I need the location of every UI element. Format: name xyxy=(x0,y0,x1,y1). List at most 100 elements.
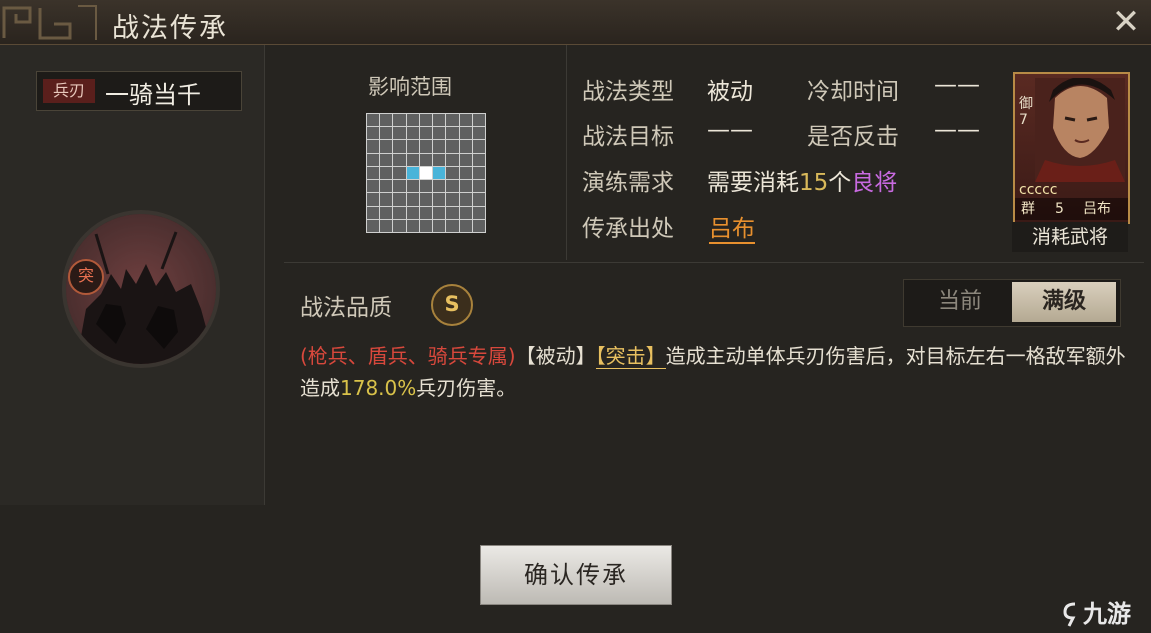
range-cell xyxy=(433,153,446,166)
range-cell xyxy=(406,127,419,140)
troop-restriction: (枪兵、盾兵、骑兵专属) xyxy=(300,344,516,368)
counter-value: —— xyxy=(934,117,980,143)
card-side-text: 御7 xyxy=(1019,96,1033,128)
general-card[interactable]: 御7 ccccc 群 5 吕布 xyxy=(1013,72,1130,224)
range-cell xyxy=(367,180,380,193)
range-cell xyxy=(380,140,393,153)
quality-grade-badge: S xyxy=(431,284,473,326)
range-cell xyxy=(472,193,485,206)
range-cell xyxy=(433,127,446,140)
range-cell xyxy=(446,166,459,180)
range-cell xyxy=(459,206,472,219)
range-cell xyxy=(446,193,459,206)
range-cell xyxy=(433,219,446,232)
toggle-full-level-button[interactable]: 满级 xyxy=(1012,282,1116,322)
range-cell xyxy=(419,219,433,232)
range-cell xyxy=(380,193,393,206)
assault-tag-link[interactable]: 【突击】 xyxy=(595,344,666,369)
range-title: 影响范围 xyxy=(368,75,452,99)
range-cell xyxy=(393,180,406,193)
range-cell xyxy=(446,140,459,153)
range-cell xyxy=(380,127,393,140)
close-icon[interactable]: ✕ xyxy=(1108,4,1144,40)
card-stars: ccccc xyxy=(1019,182,1058,198)
range-cell xyxy=(393,206,406,219)
card-cost: 5 xyxy=(1055,201,1064,217)
cooldown-value: —— xyxy=(934,72,980,98)
title-bar: 战法传承 ✕ xyxy=(0,0,1151,45)
range-cell xyxy=(406,114,419,127)
range-cell xyxy=(380,219,393,232)
skill-name-box: 兵刃 一骑当千 xyxy=(36,71,242,111)
title-ornament-icon xyxy=(2,5,97,40)
range-cell xyxy=(472,180,485,193)
range-cell xyxy=(419,166,433,180)
damage-type-tag: 兵刃 xyxy=(43,79,95,103)
range-cell xyxy=(459,180,472,193)
passive-tag: 【被动】 xyxy=(515,344,596,368)
range-cell xyxy=(393,127,406,140)
range-cell xyxy=(446,127,459,140)
range-cell xyxy=(433,114,446,127)
range-cell xyxy=(367,193,380,206)
range-cell xyxy=(367,206,380,219)
skill-left-panel: 兵刃 一骑当千 突 xyxy=(0,45,265,505)
damage-percent: 178.0% xyxy=(340,376,417,400)
divider xyxy=(566,45,567,260)
range-cell xyxy=(419,114,433,127)
range-cell xyxy=(419,193,433,206)
range-cell xyxy=(367,219,380,232)
card-faction: 群 xyxy=(1021,201,1035,217)
range-cell xyxy=(380,114,393,127)
level-toggle[interactable]: 当前 满级 xyxy=(903,279,1121,327)
drill-prefix: 需要消耗 xyxy=(707,170,799,196)
confirm-inherit-button[interactable]: 确认传承 xyxy=(480,545,672,605)
toggle-current-button[interactable]: 当前 xyxy=(908,282,1012,322)
range-cell xyxy=(393,193,406,206)
skill-target-value: —— xyxy=(707,117,753,143)
range-cell xyxy=(419,153,433,166)
range-cell xyxy=(472,206,485,219)
skill-type-badge: 突 xyxy=(68,259,104,295)
range-cell xyxy=(367,114,380,127)
drill-requirement: 需要消耗15个良将 xyxy=(707,163,897,197)
range-cell xyxy=(367,166,380,180)
range-cell xyxy=(367,140,380,153)
drill-count: 15 xyxy=(799,170,829,196)
card-caption: 消耗武将 xyxy=(1012,222,1128,252)
range-cell xyxy=(367,127,380,140)
range-cell xyxy=(406,166,419,180)
cooldown-label: 冷却时间 xyxy=(807,79,899,105)
range-cell xyxy=(433,166,446,180)
range-cell xyxy=(419,180,433,193)
range-cell xyxy=(472,153,485,166)
range-cell xyxy=(433,180,446,193)
jiuyou-logo-icon xyxy=(1063,602,1076,627)
range-cell xyxy=(393,114,406,127)
divider xyxy=(284,262,1144,263)
range-cell xyxy=(419,127,433,140)
range-cell xyxy=(459,114,472,127)
range-cell xyxy=(406,193,419,206)
source-general-link[interactable]: 吕布 xyxy=(709,216,755,244)
range-cell xyxy=(393,219,406,232)
range-cell xyxy=(459,193,472,206)
drill-item: 良将 xyxy=(851,170,898,196)
source-label: 传承出处 xyxy=(582,216,674,242)
window-title: 战法传承 xyxy=(112,13,228,44)
range-cell xyxy=(459,140,472,153)
range-cell xyxy=(433,206,446,219)
range-cell xyxy=(446,219,459,232)
range-cell xyxy=(472,127,485,140)
range-cell xyxy=(406,180,419,193)
general-portrait xyxy=(1035,78,1125,182)
range-cell xyxy=(446,153,459,166)
source-value[interactable]: 吕布 xyxy=(709,209,755,244)
watermark-text: 九游 xyxy=(1083,600,1131,628)
quality-label: 战法品质 xyxy=(300,295,392,321)
range-cell xyxy=(472,219,485,232)
skill-name: 一骑当千 xyxy=(105,81,201,109)
range-cell xyxy=(472,166,485,180)
drill-label: 演练需求 xyxy=(582,170,674,196)
card-bottom-bar: 群 5 吕布 xyxy=(1015,198,1128,220)
